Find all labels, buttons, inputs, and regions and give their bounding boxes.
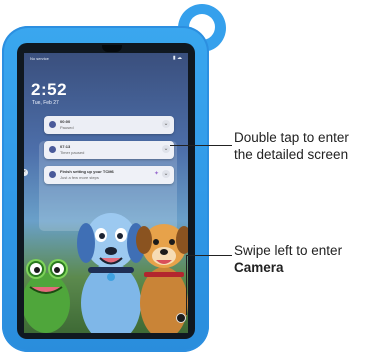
callout-line-double-tap (170, 145, 232, 146)
status-carrier: No service (30, 56, 49, 61)
notification-subtitle: Timer paused (60, 150, 85, 155)
callout-line-swipe (186, 255, 232, 256)
callout-double-tap-line1: Double tap to enter (234, 130, 349, 145)
callout-double-tap-line2: the detailed screen (234, 147, 349, 162)
chevron-down-icon[interactable]: ⌄ (162, 120, 170, 128)
front-camera-notch (102, 45, 122, 52)
chevron-down-icon[interactable]: ⌄ (162, 145, 170, 153)
callout-swipe: Swipe left to enter Camera (234, 242, 342, 276)
clear-notifications-icon[interactable]: × (24, 169, 28, 176)
lock-clock: 2:52 (31, 80, 68, 99)
timer-icon (49, 146, 56, 153)
frog-illustration (24, 259, 70, 333)
notification-subtitle: Paused (60, 125, 74, 130)
notification-setup[interactable]: Finish setting up your TCM6 Just a few m… (44, 166, 174, 184)
lock-date: Tue, Feb 27 (32, 100, 59, 106)
callout-line-vertical (186, 255, 187, 315)
clock-icon (49, 121, 56, 128)
notification-subtitle: Just a few more steps (60, 175, 99, 180)
chevron-down-icon[interactable]: ⌄ (162, 170, 170, 178)
illustration: No service ▮ ☁ 2:52 Tue, Feb 27 00:00 Pa… (0, 0, 383, 356)
notification-timer[interactable]: 07:13 Timer paused ⌄ (44, 141, 174, 159)
status-icons: ▮ ☁ (172, 55, 182, 61)
camera-shortcut-icon[interactable] (176, 313, 186, 323)
magic-wand-icon[interactable]: ✦ (154, 170, 159, 177)
notification-title: 07:13 (60, 144, 71, 149)
callout-double-tap: Double tap to enter the detailed screen (234, 129, 349, 163)
notification-title: 00:00 (60, 119, 71, 124)
notification-title: Finish setting up your TCM6 (60, 169, 114, 174)
settings-icon (49, 171, 56, 178)
callout-swipe-line2: Camera (234, 260, 284, 275)
notification-stopwatch[interactable]: 00:00 Paused ⌄ (44, 116, 174, 134)
tablet-lock-screen: No service ▮ ☁ 2:52 Tue, Feb 27 00:00 Pa… (24, 53, 188, 333)
callout-swipe-line1: Swipe left to enter (234, 243, 343, 258)
